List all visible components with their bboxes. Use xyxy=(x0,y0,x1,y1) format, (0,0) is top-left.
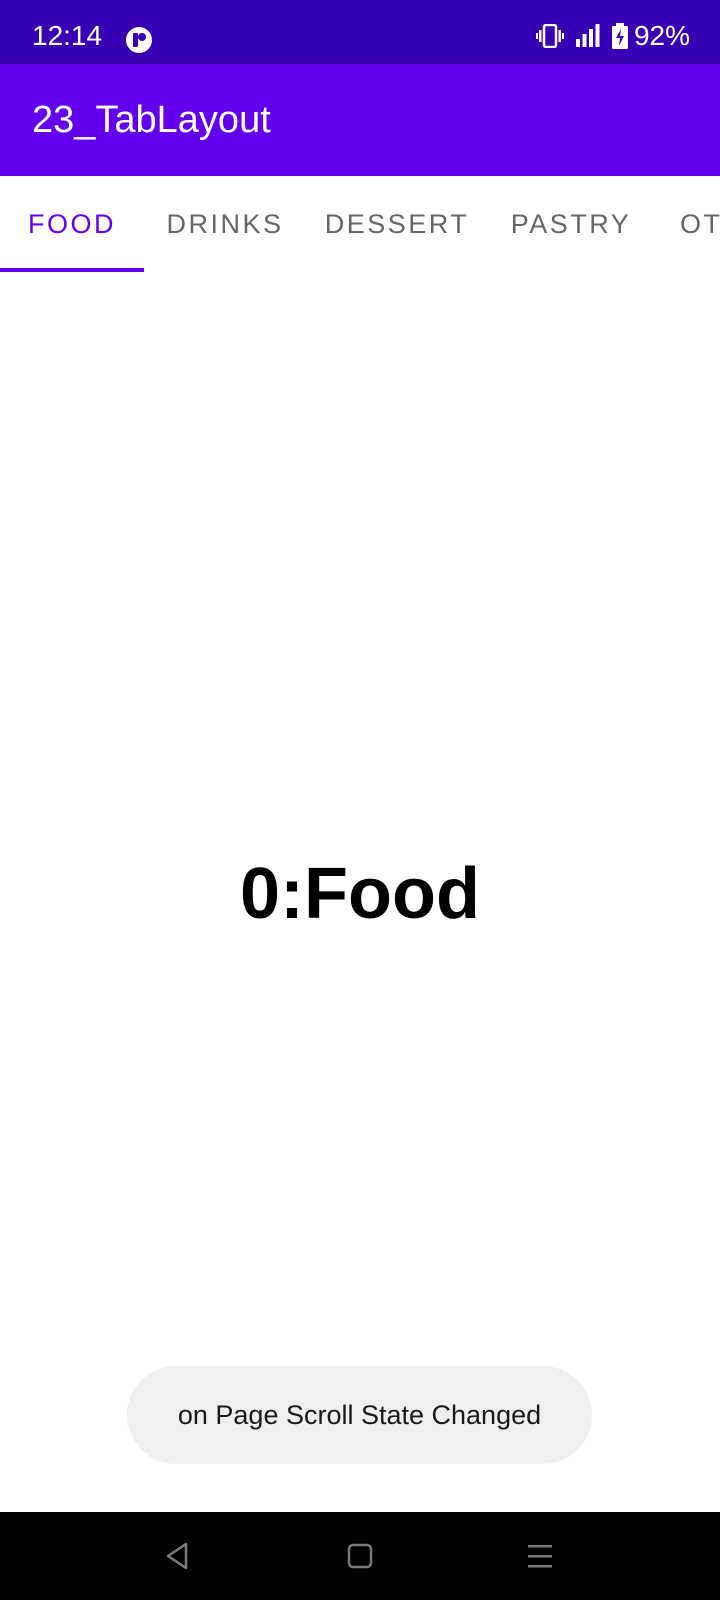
tab-pastry[interactable]: PASTRY xyxy=(488,176,654,272)
battery-percentage: 92% xyxy=(633,20,690,51)
tab-partial[interactable]: OT xyxy=(654,176,720,272)
tab-dessert[interactable]: DESSERT xyxy=(306,176,488,272)
toast: on Page Scroll State Changed xyxy=(127,1366,592,1464)
vibrate-icon xyxy=(535,24,564,48)
tab-label: DESSERT xyxy=(324,208,470,239)
app-bar: 23_TabLayout xyxy=(0,64,720,176)
status-bar: 12:14 92% xyxy=(0,0,720,64)
app-notification-icon xyxy=(126,27,152,53)
battery-charging-icon xyxy=(611,23,628,49)
tab-label: PASTRY xyxy=(510,208,632,239)
home-icon[interactable] xyxy=(340,1536,380,1576)
recents-menu-icon[interactable] xyxy=(520,1536,560,1576)
navigation-bar xyxy=(0,1512,720,1600)
tab-food[interactable]: FOOD xyxy=(0,176,144,272)
status-time: 12:14 xyxy=(32,20,103,51)
tab-layout: FOOD DRINKS DESSERT PASTRY OT xyxy=(0,176,720,272)
tab-label: DRINKS xyxy=(166,208,284,239)
toast-message: on Page Scroll State Changed xyxy=(177,1399,542,1430)
page-content-text: 0:Food xyxy=(240,854,480,934)
status-icons: 92% xyxy=(535,20,690,52)
tab-indicator xyxy=(0,268,144,272)
tab-label: OT xyxy=(680,208,720,239)
app-title: 23_TabLayout xyxy=(32,99,271,141)
back-icon[interactable] xyxy=(158,1536,198,1576)
tab-label: FOOD xyxy=(28,208,116,239)
tab-drinks[interactable]: DRINKS xyxy=(144,176,306,272)
signal-icon xyxy=(575,24,600,47)
